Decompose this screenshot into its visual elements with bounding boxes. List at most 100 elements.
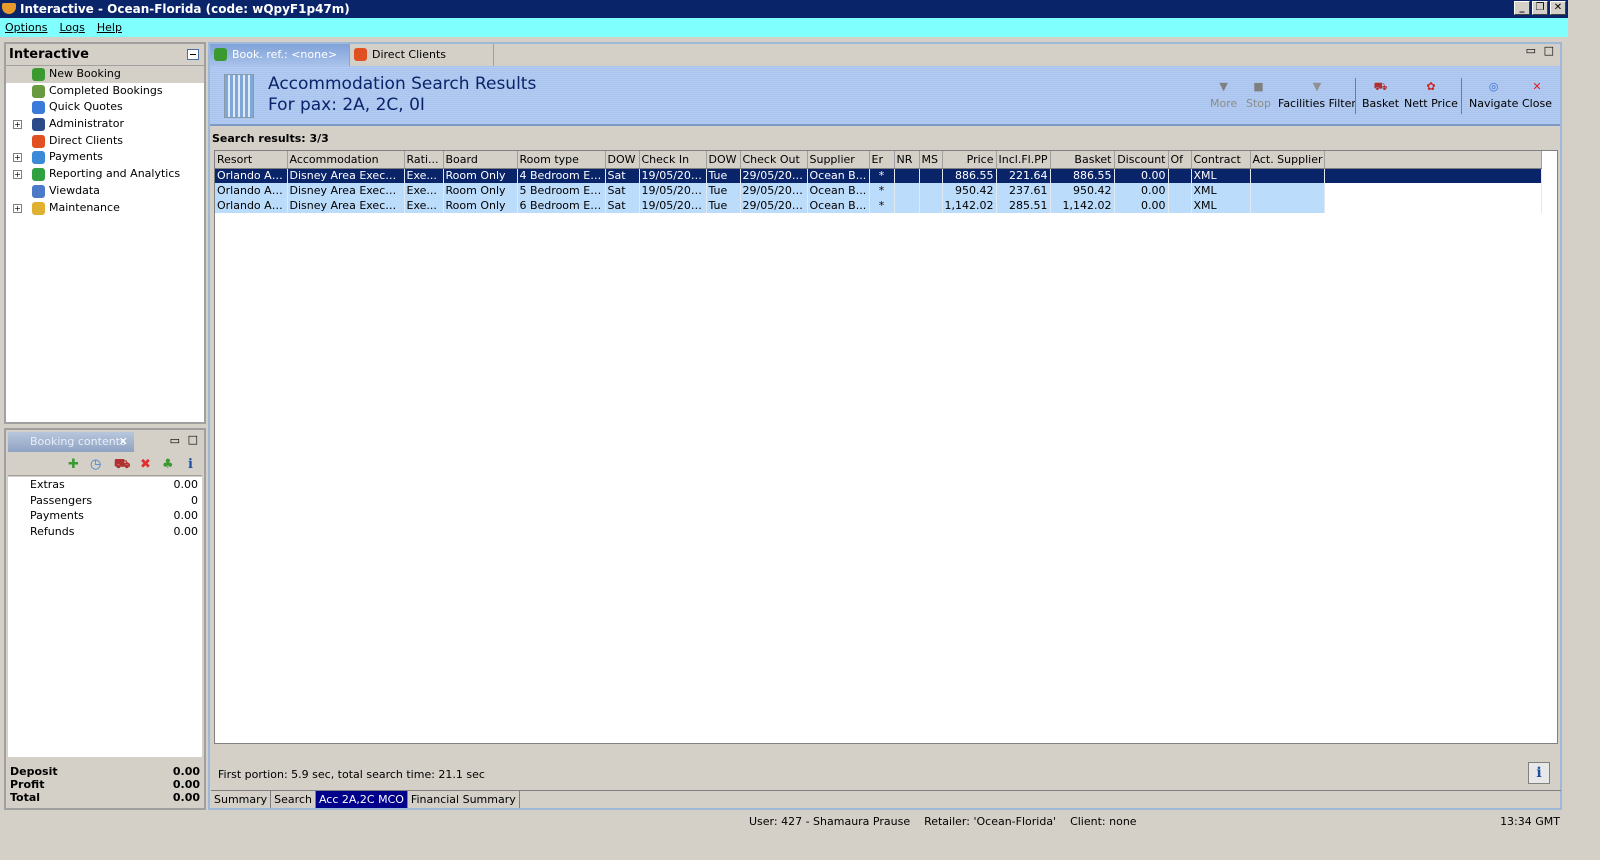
minimize-button[interactable]: _: [1514, 1, 1530, 15]
info-button[interactable]: i: [1528, 762, 1550, 784]
maximize-panel-button[interactable]: □: [188, 433, 198, 446]
row-value: 0.00: [173, 509, 199, 523]
basket-icon[interactable]: ⛟: [114, 457, 130, 474]
menu-logs[interactable]: Logs: [59, 18, 84, 37]
table-cell: Ocean B...: [807, 198, 870, 213]
table-cell: [919, 183, 943, 198]
expand-icon[interactable]: +: [13, 153, 22, 163]
close-window-button[interactable]: ✕: [1550, 1, 1566, 15]
table-row[interactable]: Orlando Ar... Disney Area Executiv... Exe.…: [215, 168, 1542, 183]
menu-bar: Options Logs Help: [0, 18, 1568, 37]
nav-item-label: Payments: [49, 150, 103, 164]
more-button[interactable]: ▼ More: [1210, 80, 1237, 110]
column-header[interactable]: Check In: [639, 151, 707, 169]
table-row[interactable]: Orlando Ar... Disney Area Executiv... Exe.…: [215, 198, 1542, 213]
expand-icon[interactable]: +: [13, 170, 22, 180]
nav-item-label: New Booking: [49, 67, 121, 80]
stop-icon: ■: [1253, 80, 1264, 93]
table-cell: [894, 198, 920, 213]
table-cell: 0.00: [1114, 168, 1169, 183]
table-cell: 5 Bedroom Exe...: [517, 183, 606, 198]
total-value: 0.00: [172, 765, 200, 778]
column-header[interactable]: Price: [942, 151, 997, 169]
menu-options[interactable]: Options: [5, 18, 47, 37]
nav-item-completed-bookings[interactable]: Completed Bookings: [6, 83, 204, 100]
table-cell: [1168, 198, 1192, 213]
table-cell: [1250, 198, 1325, 213]
tab-direct-clients-search[interactable]: Direct Clients Search: [350, 44, 494, 83]
table-cell: 886.55: [1050, 168, 1115, 183]
compass-icon: ◎: [1488, 80, 1499, 93]
restore-button[interactable]: ❐: [1532, 1, 1548, 15]
label: Navigate: [1469, 97, 1519, 110]
maximize-main-button[interactable]: □: [1544, 44, 1554, 57]
menu-help[interactable]: Help: [97, 18, 122, 37]
column-header[interactable]: Contract: [1191, 151, 1251, 169]
column-header[interactable]: Of: [1168, 151, 1192, 169]
nav-item-direct-clients[interactable]: Direct Clients: [6, 133, 204, 150]
bottom-tab[interactable]: Financial Summary: [408, 791, 520, 808]
palm-icon[interactable]: ♣: [162, 457, 174, 472]
column-header[interactable]: DOW: [706, 151, 741, 169]
nav-item-administrator[interactable]: + Administrator: [6, 116, 204, 133]
basket-button[interactable]: ⛟ Basket: [1362, 80, 1399, 110]
bottom-tab[interactable]: Summary: [211, 791, 272, 808]
table-row[interactable]: Orlando Ar... Disney Area Executiv... Exe.…: [215, 183, 1542, 198]
nav-item-label: Maintenance: [49, 200, 120, 214]
column-header[interactable]: DOW: [605, 151, 640, 169]
bottom-tab[interactable]: Acc 2A,2C MCO: [315, 791, 408, 808]
column-header[interactable]: Board: [443, 151, 518, 169]
nav-item-payments[interactable]: + Payments: [6, 149, 204, 166]
column-header[interactable]: Resort: [215, 151, 288, 169]
column-header[interactable]: Basket: [1050, 151, 1115, 169]
column-header[interactable]: Supplier: [807, 151, 870, 169]
table-cell: Tue: [706, 198, 741, 213]
info-icon[interactable]: i: [188, 457, 193, 472]
row-value: 0.00: [173, 525, 199, 539]
column-header[interactable]: Er: [869, 151, 895, 169]
booking-contents-panel: Booking contents ✕ ▭ □ ✚ ◷ ⛟ ✖ ♣ i Extras…: [4, 428, 206, 810]
booking-contents-tab[interactable]: Booking contents ✕: [8, 432, 134, 452]
column-header[interactable]: Check Out: [740, 151, 808, 169]
facilities-filter-button[interactable]: ▼ Facilities Filter: [1278, 80, 1356, 110]
nav-item-viewdata[interactable]: Viewdata: [6, 183, 204, 200]
navigate-button[interactable]: ◎ Navigate: [1469, 80, 1518, 110]
title-bar: Interactive - Ocean-Florida (code: wQpyF…: [0, 0, 1568, 18]
column-header[interactable]: Room type: [517, 151, 606, 169]
column-header[interactable]: Act. Supplier: [1250, 151, 1325, 169]
column-header[interactable]: Discount: [1114, 151, 1169, 169]
minimize-main-button[interactable]: ▭: [1526, 44, 1536, 57]
nav-item-quick-quotes[interactable]: Quick Quotes: [6, 99, 204, 116]
column-header[interactable]: Incl.Fl.PP: [996, 151, 1051, 169]
bottom-tab[interactable]: Search: [271, 791, 316, 808]
table-cell: [1168, 168, 1192, 183]
nav-icon: [32, 168, 45, 182]
delete-icon[interactable]: ✖: [140, 457, 151, 472]
row-label: Refunds: [30, 525, 75, 539]
results-header: Accommodation Search Results For pax: 2A…: [210, 66, 1560, 126]
minimize-panel-button[interactable]: ▭: [170, 434, 180, 447]
nett-price-button[interactable]: ✿ Nett Price: [1404, 80, 1458, 110]
column-header[interactable]: NR: [894, 151, 920, 169]
table-cell: 285.51: [996, 198, 1051, 213]
tab-booking[interactable]: Book. ref.: <none> ✕: [210, 44, 350, 83]
column-header[interactable]: Rati...: [404, 151, 444, 169]
expand-icon[interactable]: +: [13, 120, 22, 130]
total-label: Deposit: [10, 765, 58, 778]
navigation-panel: Interactive New Booking Completed Booking…: [4, 42, 206, 424]
add-icon[interactable]: ✚: [68, 457, 79, 472]
column-header[interactable]: Accommodation: [287, 151, 405, 169]
stop-button[interactable]: ■ Stop: [1246, 80, 1271, 110]
clock-icon[interactable]: ◷: [90, 457, 101, 472]
close-icon[interactable]: ✕: [119, 432, 128, 452]
window-title: Interactive - Ocean-Florida (code: wQpyF…: [20, 2, 350, 16]
nav-item-maintenance[interactable]: + Maintenance: [6, 200, 204, 217]
table-cell: 950.42: [1050, 183, 1115, 198]
collapse-button[interactable]: [187, 49, 199, 60]
nav-item-reporting-and-analytics[interactable]: + Reporting and Analytics: [6, 166, 204, 183]
column-header[interactable]: MS: [919, 151, 943, 169]
close-button[interactable]: ✕ Close: [1522, 80, 1552, 110]
expand-icon[interactable]: +: [13, 203, 22, 213]
table-cell: 950.42: [942, 183, 997, 198]
nav-item-new-booking[interactable]: New Booking: [6, 66, 204, 83]
